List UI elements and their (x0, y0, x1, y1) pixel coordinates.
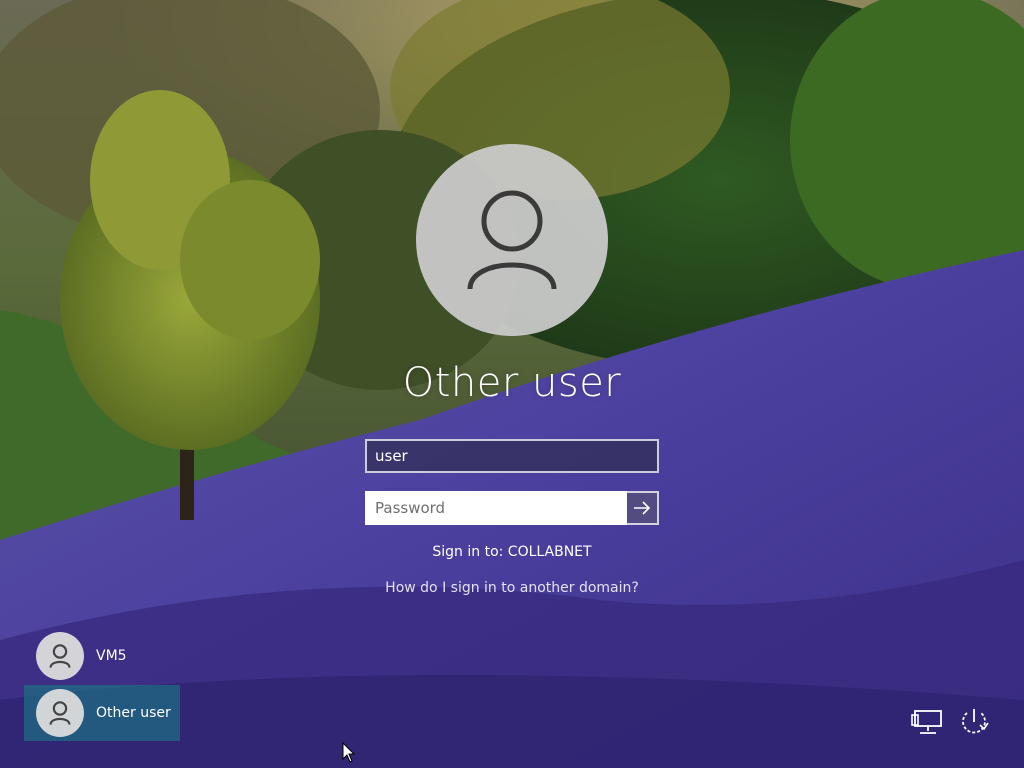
user-avatar (416, 144, 608, 336)
user-tile-label: VM5 (96, 648, 127, 664)
person-icon (467, 190, 557, 290)
sign-in-domain-text: Sign in to: COLLABNET (432, 544, 592, 560)
mouse-pointer-icon (342, 742, 356, 763)
lock-screen: Other user Sign in to: COLLABNET How do … (0, 0, 1024, 768)
user-tile-vm5[interactable]: VM5 (24, 628, 180, 684)
password-input[interactable] (365, 491, 627, 525)
user-avatar-small (36, 689, 84, 737)
arrow-right-icon (634, 501, 651, 515)
network-button[interactable] (910, 706, 946, 738)
user-tile-label: Other user (96, 705, 171, 721)
power-icon (962, 709, 989, 734)
username-input[interactable] (365, 439, 659, 473)
user-tile-other-user[interactable]: Other user (24, 685, 180, 741)
person-icon (49, 644, 71, 668)
power-button[interactable] (956, 706, 992, 738)
user-avatar-small (36, 632, 84, 680)
account-name-heading: Other user (402, 360, 622, 406)
network-icon (911, 710, 942, 734)
other-domain-link[interactable]: How do I sign in to another domain? (312, 578, 712, 598)
submit-button[interactable] (627, 491, 659, 525)
person-icon (49, 701, 71, 725)
